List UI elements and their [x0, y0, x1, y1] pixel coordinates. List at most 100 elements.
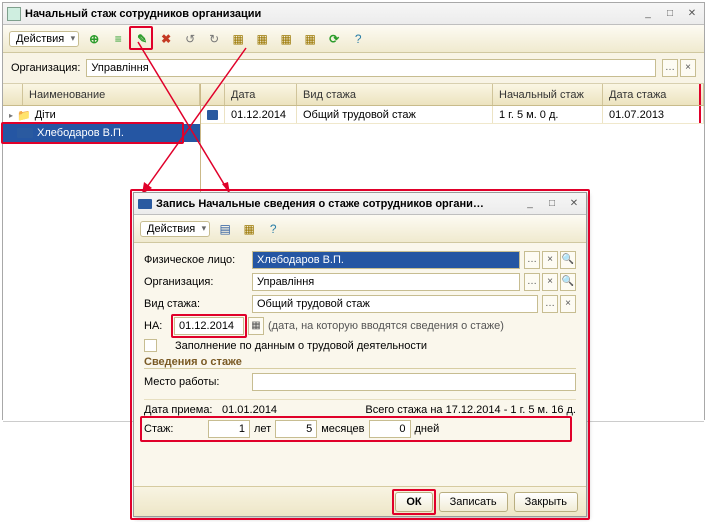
row-stazh-date: 01.07.2013 — [603, 106, 704, 123]
row-date: 01.12.2014 — [225, 106, 297, 123]
type-row: Вид стажа: Общий трудовой стаж …× — [144, 295, 576, 313]
close-dialog-button[interactable]: Закрыть — [514, 492, 578, 512]
tree-item-folder[interactable]: ▸ 📁 Діти — [3, 106, 200, 124]
hired-row: Дата приема: 01.01.2014 Всего стажа на 1… — [144, 404, 576, 416]
row-type: Общий трудовой стаж — [297, 106, 493, 123]
stazh-label: Стаж: — [144, 423, 204, 435]
edit-button[interactable]: ✎ — [133, 30, 151, 48]
dialog-minimize-button[interactable]: _ — [522, 197, 538, 211]
folder-icon: 📁 — [17, 109, 31, 122]
dialog-org-field[interactable]: Управління — [252, 273, 520, 291]
divider — [144, 399, 576, 400]
filter-off-button[interactable]: ▦ — [301, 30, 319, 48]
filter-2-button[interactable]: ▦ — [253, 30, 271, 48]
save-button[interactable]: Записать — [439, 492, 508, 512]
workplace-label: Место работы: — [144, 376, 248, 388]
na-row: НА: 01.12.2014 ▦ (дата, на которую вводя… — [144, 317, 576, 335]
dialog-help-button[interactable]: ? — [264, 220, 282, 238]
type-ellipsis[interactable]: … — [542, 295, 558, 313]
org-input[interactable] — [86, 59, 656, 77]
grid-header-type: Вид стажа — [297, 84, 493, 105]
dialog-close-button[interactable]: ✕ — [566, 197, 582, 211]
ok-button[interactable]: ОК — [395, 492, 432, 512]
org-clear[interactable]: × — [542, 273, 558, 291]
type-field[interactable]: Общий трудовой стаж — [252, 295, 538, 313]
main-toolbar: Действия ⊕ ≡ ✎ ✖ ↺ ↻ ▦ ▦ ▦ ▦ ⟳ ? — [3, 25, 704, 53]
org-search[interactable]: 🔍 — [560, 273, 576, 291]
org-label: Организация: — [11, 62, 80, 74]
add-button[interactable]: ⊕ — [85, 30, 103, 48]
nav-prev-button[interactable]: ↺ — [181, 30, 199, 48]
org-ellipsis[interactable]: … — [524, 273, 540, 291]
dialog-title: Запись Начальные сведения о стаже сотруд… — [156, 198, 516, 210]
grid-header-row: Дата Вид стажа Начальный стаж Дата стажа — [201, 84, 704, 106]
hired-value: 01.01.2014 — [222, 404, 277, 416]
dialog-icon — [138, 199, 152, 209]
row-icon — [17, 128, 33, 138]
type-clear[interactable]: × — [560, 295, 576, 313]
dialog-body: Физическое лицо: Хлебодаров В.П. …×🔍 Орг… — [134, 243, 586, 438]
years-unit: лет — [254, 423, 271, 435]
org-clear-button[interactable]: × — [680, 59, 696, 77]
phys-row: Физическое лицо: Хлебодаров В.П. …×🔍 — [144, 251, 576, 269]
delete-button[interactable]: ✖ — [157, 30, 175, 48]
dialog-window: Запись Начальные сведения о стаже сотруд… — [133, 192, 587, 517]
calendar-icon[interactable]: ▦ — [248, 317, 264, 335]
na-label: НА: — [144, 320, 170, 332]
tree-item-selected[interactable]: ▸ Хлебодаров В.П. — [3, 124, 200, 142]
grid-header-date: Дата — [225, 84, 297, 105]
grid-header-stazh-date: Дата стажа — [603, 84, 704, 105]
grid-header-icon — [201, 84, 225, 105]
main-titlebar: Начальный стаж сотрудников организации _… — [3, 3, 704, 25]
days-input[interactable] — [369, 420, 411, 438]
tree-header-name: Наименование — [23, 84, 200, 105]
fill-checkbox[interactable] — [144, 339, 157, 352]
tree-header-blank — [3, 84, 23, 105]
dialog-titlebar: Запись Начальные сведения о стаже сотруд… — [134, 193, 586, 215]
phys-clear[interactable]: × — [542, 251, 558, 269]
table-row[interactable]: 01.12.2014 Общий трудовой стаж 1 г. 5 м.… — [201, 106, 704, 124]
days-unit: дней — [415, 423, 440, 435]
minimize-button[interactable]: _ — [640, 7, 656, 21]
org-row: Организация: Управління …×🔍 — [144, 273, 576, 291]
hired-label: Дата приема: — [144, 404, 218, 416]
months-unit: месяцев — [321, 423, 364, 435]
dialog-org-label: Организация: — [144, 276, 248, 288]
help-button[interactable]: ? — [349, 30, 367, 48]
nav-next-button[interactable]: ↻ — [205, 30, 223, 48]
expand-twisty-icon: ▸ — [9, 111, 13, 120]
fill-label: Заполнение по данным о трудовой деятельн… — [175, 340, 427, 352]
grid-header-start: Начальный стаж — [493, 84, 603, 105]
refresh-button[interactable]: ⟳ — [325, 30, 343, 48]
na-field[interactable]: 01.12.2014 — [174, 317, 244, 335]
close-button[interactable]: ✕ — [684, 7, 700, 21]
tree-header-row: Наименование — [3, 84, 200, 106]
row-start: 1 г. 5 м. 0 д. — [493, 106, 603, 123]
dialog-save-icon-button[interactable]: ▤ — [216, 220, 234, 238]
dialog-footer: ОК Записать Закрыть — [134, 486, 586, 516]
dialog-actions-menu[interactable]: Действия — [140, 221, 210, 237]
main-window-title: Начальный стаж сотрудников организации — [25, 8, 634, 20]
type-label: Вид стажа: — [144, 298, 248, 310]
section-title: Сведения о стаже — [144, 356, 576, 369]
years-input[interactable] — [208, 420, 250, 438]
phys-search[interactable]: 🔍 — [560, 251, 576, 269]
filter-1-button[interactable]: ▦ — [229, 30, 247, 48]
maximize-button[interactable]: □ — [662, 7, 678, 21]
copy-button[interactable]: ≡ — [109, 30, 127, 48]
dialog-goto-icon-button[interactable]: ▦ — [240, 220, 258, 238]
dialog-maximize-button[interactable]: □ — [544, 197, 560, 211]
filter-3-button[interactable]: ▦ — [277, 30, 295, 48]
row-icon — [207, 110, 218, 120]
org-input-buttons: … × — [662, 59, 696, 77]
total-label: Всего стажа на 17.12.2014 - 1 г. 5 м. 16… — [365, 404, 576, 416]
months-input[interactable] — [275, 420, 317, 438]
phys-ellipsis[interactable]: … — [524, 251, 540, 269]
org-ellipsis-button[interactable]: … — [662, 59, 678, 77]
fill-row: Заполнение по данным о трудовой деятельн… — [144, 339, 576, 352]
workplace-field[interactable] — [252, 373, 576, 391]
stazh-row: Стаж: лет месяцев дней — [144, 420, 576, 438]
actions-menu[interactable]: Действия — [9, 31, 79, 47]
phys-field[interactable]: Хлебодаров В.П. — [252, 251, 520, 269]
app-icon — [7, 7, 21, 21]
